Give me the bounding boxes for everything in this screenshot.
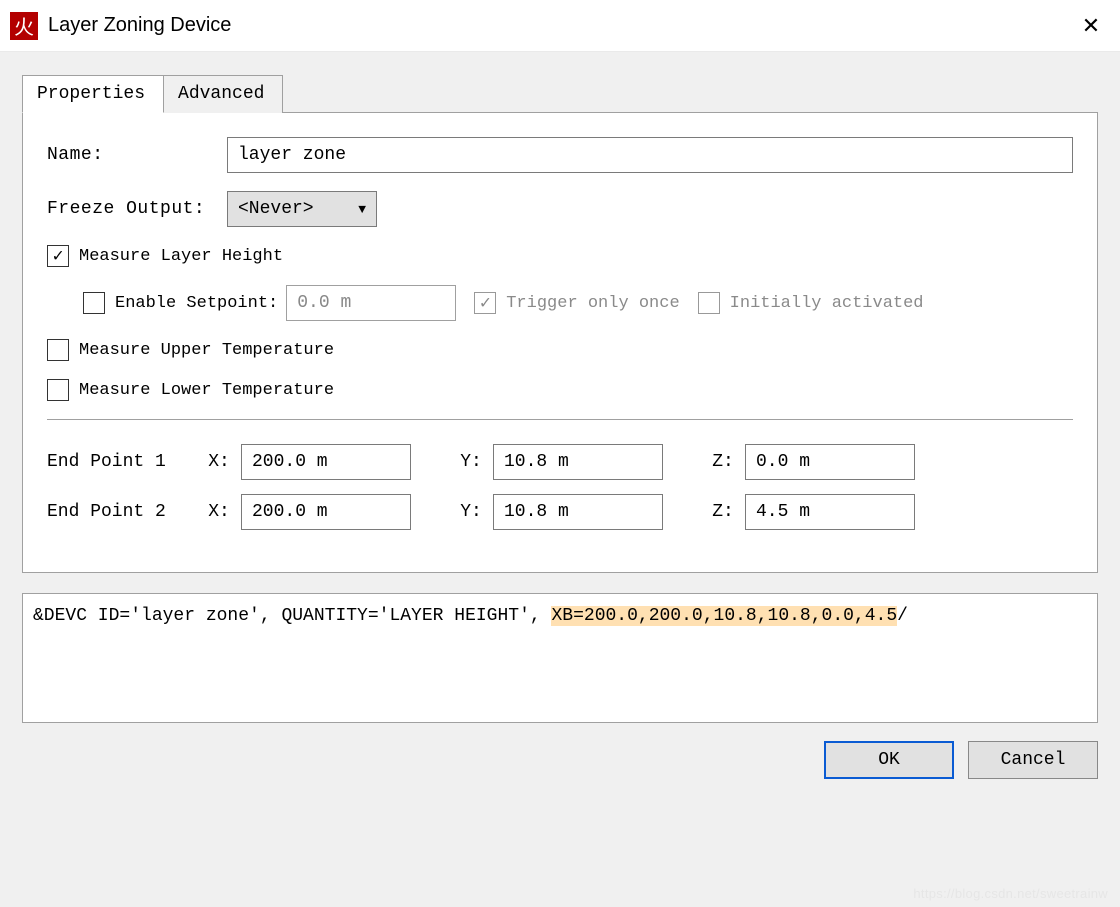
name-input[interactable] bbox=[227, 137, 1073, 173]
measure-upper-temp-checkbox[interactable] bbox=[47, 339, 69, 361]
watermark: https://blog.csdn.net/sweetrainw bbox=[913, 886, 1108, 901]
freeze-output-select[interactable]: <Never> ▼ bbox=[227, 191, 377, 227]
chevron-down-icon: ▼ bbox=[358, 202, 366, 217]
dialog-actions: OK Cancel bbox=[22, 741, 1098, 779]
titlebar: 火 Layer Zoning Device ✕ bbox=[0, 0, 1120, 52]
setpoint-input bbox=[286, 285, 456, 321]
endpoint1-row: End Point 1 X: Y: Z: bbox=[47, 444, 1073, 480]
endpoint2-row: End Point 2 X: Y: Z: bbox=[47, 494, 1073, 530]
ep2-y-input[interactable] bbox=[493, 494, 663, 530]
ep1-z-label: Z: bbox=[701, 452, 745, 472]
ep1-x-input[interactable] bbox=[241, 444, 411, 480]
freeze-output-value: <Never> bbox=[238, 199, 314, 219]
freeze-output-label: Freeze Output: bbox=[47, 199, 227, 219]
app-icon: 火 bbox=[10, 12, 38, 40]
ep2-x-input[interactable] bbox=[241, 494, 411, 530]
cancel-button[interactable]: Cancel bbox=[968, 741, 1098, 779]
properties-panel: Name: Freeze Output: <Never> ▼ ✓ Measure… bbox=[22, 112, 1098, 573]
measure-upper-temp-label: Measure Upper Temperature bbox=[79, 341, 334, 360]
tab-strip: Properties Advanced bbox=[22, 75, 1098, 113]
code-suffix: / bbox=[897, 606, 908, 626]
trigger-once-checkbox: ✓ bbox=[474, 292, 496, 314]
initially-activated-checkbox bbox=[698, 292, 720, 314]
ep2-y-label: Y: bbox=[449, 502, 493, 522]
close-icon: ✕ bbox=[1082, 13, 1100, 39]
ep2-z-label: Z: bbox=[701, 502, 745, 522]
close-button[interactable]: ✕ bbox=[1066, 6, 1116, 46]
window-title: Layer Zoning Device bbox=[48, 14, 231, 37]
dialog-content: Properties Advanced Name: Freeze Output:… bbox=[0, 52, 1120, 907]
code-highlight: XB=200.0,200.0,10.8,10.8,0.0,4.5 bbox=[551, 606, 897, 626]
ok-button[interactable]: OK bbox=[824, 741, 954, 779]
tab-advanced[interactable]: Advanced bbox=[163, 75, 283, 113]
endpoint2-label: End Point 2 bbox=[47, 502, 197, 522]
dialog-window: 火 Layer Zoning Device ✕ Properties Advan… bbox=[0, 0, 1120, 907]
ep2-z-input[interactable] bbox=[745, 494, 915, 530]
tab-properties[interactable]: Properties bbox=[22, 75, 164, 113]
code-preview: &DEVC ID='layer zone', QUANTITY='LAYER H… bbox=[22, 593, 1098, 723]
enable-setpoint-checkbox[interactable] bbox=[83, 292, 105, 314]
endpoint1-label: End Point 1 bbox=[47, 452, 197, 472]
measure-layer-height-label: Measure Layer Height bbox=[79, 247, 283, 266]
trigger-once-label: Trigger only once bbox=[506, 294, 679, 313]
ep1-z-input[interactable] bbox=[745, 444, 915, 480]
ep1-y-label: Y: bbox=[449, 452, 493, 472]
measure-lower-temp-checkbox[interactable] bbox=[47, 379, 69, 401]
divider bbox=[47, 419, 1073, 420]
measure-lower-temp-label: Measure Lower Temperature bbox=[79, 381, 334, 400]
initially-activated-label: Initially activated bbox=[730, 294, 924, 313]
measure-layer-height-checkbox[interactable]: ✓ bbox=[47, 245, 69, 267]
enable-setpoint-label: Enable Setpoint: bbox=[115, 294, 278, 313]
ep2-x-label: X: bbox=[197, 502, 241, 522]
code-prefix: &DEVC ID='layer zone', QUANTITY='LAYER H… bbox=[33, 606, 551, 626]
ep1-x-label: X: bbox=[197, 452, 241, 472]
ep1-y-input[interactable] bbox=[493, 444, 663, 480]
name-label: Name: bbox=[47, 145, 227, 165]
